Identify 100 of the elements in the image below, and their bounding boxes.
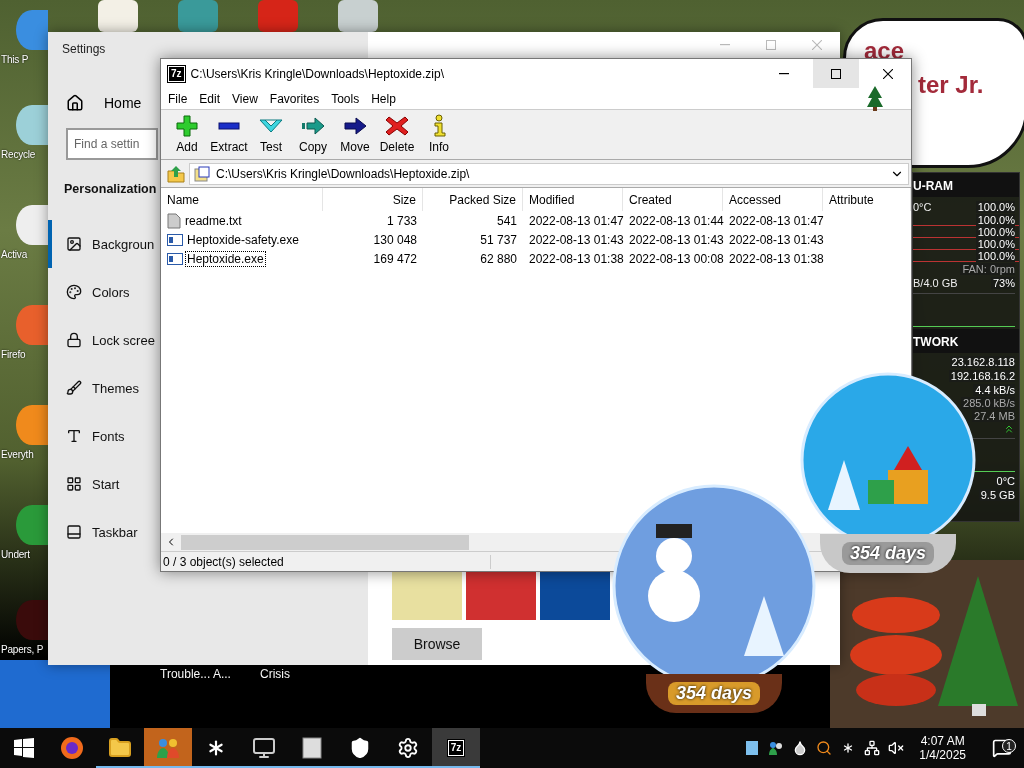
minimize-icon bbox=[779, 72, 789, 75]
menu-item[interactable]: View bbox=[226, 91, 264, 106]
gadget-heading: TWORK bbox=[913, 329, 1019, 353]
nav-item[interactable]: Fonts bbox=[48, 412, 160, 460]
column-header[interactable]: Created bbox=[623, 188, 723, 211]
table-cell-text: 2022-08-13 01:43 bbox=[728, 232, 823, 247]
desktop-icon[interactable] bbox=[98, 0, 138, 32]
panel-icon bbox=[66, 524, 82, 540]
table-cell-text: 51 737 bbox=[479, 232, 518, 247]
monitor-icon bbox=[252, 736, 276, 760]
network-icon[interactable] bbox=[864, 740, 881, 756]
minimize-icon bbox=[720, 44, 730, 46]
taskbar-button[interactable]: 7z bbox=[432, 728, 480, 768]
toolbar-button[interactable]: Move bbox=[334, 112, 376, 159]
app-logo: 7z bbox=[447, 740, 465, 756]
network-reading: 23.162.8.118 bbox=[949, 356, 1015, 368]
desktop-icon[interactable] bbox=[16, 205, 48, 245]
mute-icon[interactable] bbox=[888, 740, 905, 756]
memory-text: B/4.0 GB bbox=[913, 277, 958, 289]
table-cell-text: 2022-08-13 01:47 bbox=[528, 213, 623, 228]
gadget-heading: U-RAM bbox=[913, 173, 1019, 197]
square-icon[interactable] bbox=[746, 741, 759, 755]
desktop-icon-label[interactable]: Activa bbox=[1, 249, 28, 260]
clock[interactable]: 4:07 AM 1/4/2025 bbox=[911, 734, 974, 762]
desktop-icon-label[interactable]: This P bbox=[1, 54, 29, 65]
menu-item[interactable]: File bbox=[162, 91, 194, 106]
people-icon[interactable] bbox=[768, 740, 785, 756]
column-header[interactable]: Size bbox=[323, 188, 423, 211]
menu-item[interactable]: Tools bbox=[325, 91, 366, 106]
table-cell-text: 2022-08-13 01:38 bbox=[728, 251, 823, 266]
desktop-icon-label[interactable]: Undert bbox=[1, 549, 30, 560]
nav-item[interactable]: Lock scree bbox=[48, 316, 160, 364]
text-icon bbox=[66, 428, 82, 444]
toolbar-button[interactable]: Test bbox=[250, 112, 292, 159]
network-reading: 192.168.16.2 bbox=[948, 370, 1015, 382]
address-field[interactable]: C:\Users\Kris Kringle\Downloads\Heptoxide.zip\ bbox=[189, 162, 909, 185]
desktop-icon-label[interactable]: Everyth bbox=[1, 449, 34, 460]
toolbar-button[interactable]: Copy bbox=[292, 112, 334, 159]
search-field[interactable]: Find a settin bbox=[66, 128, 158, 160]
palette-icon bbox=[66, 284, 82, 300]
nav-item[interactable]: Start bbox=[48, 460, 160, 508]
table-cell-text: 169 472 bbox=[372, 251, 418, 266]
maximize-icon bbox=[831, 68, 841, 79]
maximize-button[interactable] bbox=[813, 59, 859, 88]
column-header[interactable]: Accessed bbox=[723, 188, 823, 211]
notifications-button[interactable]: 1 bbox=[980, 737, 1024, 759]
table-cell-text: 2022-08-13 01:43 bbox=[628, 232, 723, 247]
desktop-icon[interactable] bbox=[16, 405, 48, 445]
drive-temperature: 0°C bbox=[994, 475, 1015, 487]
toolbar-button[interactable]: Info bbox=[418, 112, 460, 159]
scrollbar-thumb[interactable] bbox=[181, 534, 469, 550]
column-header[interactable]: Packed Size bbox=[423, 188, 523, 211]
upload-icon bbox=[1003, 423, 1015, 435]
notification-count: 1 bbox=[1002, 739, 1016, 753]
file-name[interactable]: Heptoxide.exe bbox=[186, 251, 265, 266]
wallpaper-thumbnail[interactable] bbox=[392, 572, 462, 620]
core-usage: 100.0% bbox=[975, 213, 1015, 226]
column-header[interactable]: Name bbox=[161, 188, 323, 211]
desktop-icon[interactable] bbox=[338, 0, 378, 32]
wallpaper-thumbnail[interactable] bbox=[540, 572, 610, 620]
network-reading: 4.4 kB/s bbox=[973, 383, 1015, 396]
desktop-icon-label[interactable]: Papers, P bbox=[1, 644, 44, 655]
fan-speed: FAN: 0rpm bbox=[960, 262, 1015, 275]
table-cell-text: 2022-08-13 01:47 bbox=[728, 213, 823, 228]
desktop-icon-label[interactable]: Crisis bbox=[260, 667, 290, 681]
desktop-icon-label[interactable]: Firefo bbox=[1, 349, 26, 360]
menu-item[interactable]: Favorites bbox=[263, 91, 326, 106]
home-link[interactable]: Home bbox=[104, 95, 142, 111]
column-header[interactable]: Modified bbox=[523, 188, 623, 211]
file-name[interactable]: Heptoxide-safety.exe bbox=[186, 232, 300, 247]
wallpaper-thumbnail[interactable] bbox=[466, 572, 536, 620]
desktop-icon[interactable] bbox=[16, 105, 48, 145]
christmas-tree-icon bbox=[866, 84, 884, 112]
nav-item[interactable]: Taskbar bbox=[48, 508, 160, 556]
nav-item[interactable]: Themes bbox=[48, 364, 160, 412]
nav-item[interactable]: Colors bbox=[48, 268, 160, 316]
browse-button[interactable]: Browse bbox=[392, 628, 482, 660]
table-cell-text: 2022-08-13 01:44 bbox=[628, 213, 723, 228]
table-cell-text: 1 733 bbox=[385, 213, 418, 228]
file-name[interactable]: readme.txt bbox=[184, 213, 243, 228]
close-icon bbox=[883, 68, 893, 79]
menu-item[interactable]: Edit bbox=[193, 91, 227, 106]
desktop-icon-label[interactable]: Trouble... A... bbox=[160, 667, 231, 681]
status-text: 0 / 3 object(s) selected bbox=[161, 554, 491, 569]
folder-icon bbox=[108, 736, 132, 760]
network-reading: 27.4 MB bbox=[972, 409, 1015, 422]
window-title: Settings bbox=[62, 42, 107, 56]
home-icon bbox=[66, 94, 84, 112]
desktop-icon[interactable] bbox=[16, 505, 48, 545]
search-icon[interactable] bbox=[816, 740, 833, 756]
temperature-text: 0°C bbox=[913, 200, 932, 213]
desktop-icon-label[interactable]: Recycle bbox=[1, 149, 36, 160]
maximize-icon bbox=[766, 40, 776, 50]
settings-icon bbox=[397, 737, 419, 759]
up-folder-icon[interactable] bbox=[167, 164, 185, 183]
toolbar-button[interactable]: Extract bbox=[208, 112, 250, 159]
toolbar-button[interactable]: Delete bbox=[376, 112, 418, 159]
column-header[interactable]: Attribute bbox=[823, 188, 911, 211]
menu-item[interactable]: Help bbox=[365, 91, 402, 106]
toolbar-button[interactable]: Add bbox=[166, 112, 208, 159]
